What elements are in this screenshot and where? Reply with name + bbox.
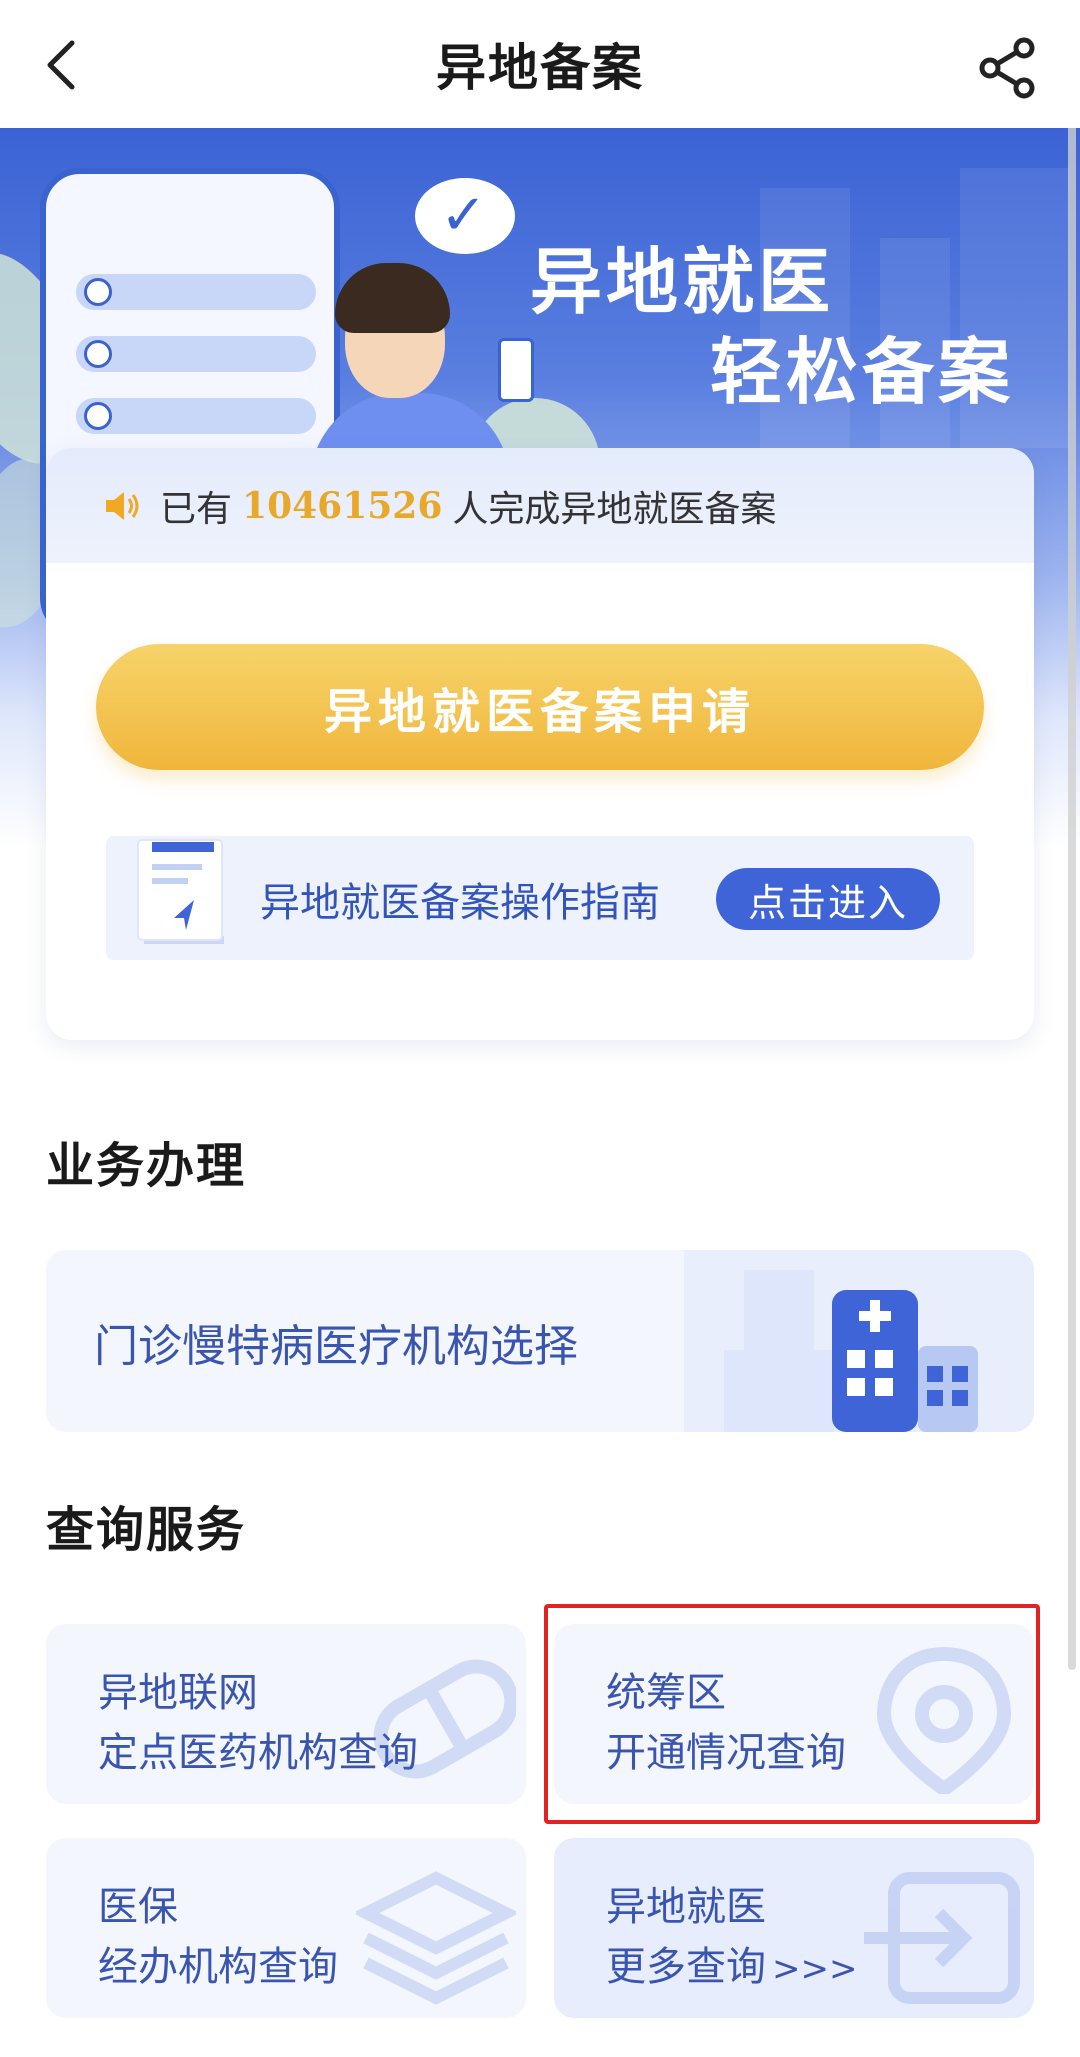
notice-prefix: 已有 (160, 488, 233, 530)
banner-slogan-line2: 轻松备案 (710, 330, 1015, 414)
biz-item-label: 门诊慢特病医疗机构选择 (94, 1321, 578, 1372)
share-icon (979, 37, 1035, 99)
query-line1: 异地就医 (606, 1884, 766, 1930)
location-pin-icon (876, 1646, 1012, 1794)
check-icon (84, 278, 112, 306)
query-section-title: 查询服务 (46, 1502, 247, 1558)
notice-bar: 已有 10461526 人完成异地就医备案 (46, 448, 1034, 563)
apply-card: 已有 10461526 人完成异地就医备案 异地就医备案申请 异地就医备案操作指… (46, 448, 1034, 1040)
query-line1: 医保 (98, 1884, 178, 1930)
more-query[interactable]: 异地就医 更多查询 >>> (554, 1838, 1034, 2018)
check-icon (84, 340, 112, 368)
query-line2: 开通情况查询 (606, 1730, 846, 1776)
scrollbar[interactable] (1068, 30, 1076, 1670)
business-section-title: 业务办理 (46, 1138, 247, 1194)
checkmark-icon: ✓ (440, 183, 487, 248)
more-arrows: >>> (772, 1949, 858, 1989)
layers-icon (356, 1871, 516, 2005)
notice-suffix: 人完成异地就医备案 (452, 488, 777, 530)
query-line2: 经办机构查询 (98, 1944, 338, 1990)
chronic-disease-institution-select[interactable]: 门诊慢特病医疗机构选择 (46, 1250, 1034, 1432)
page-title: 异地备案 (436, 39, 644, 97)
enter-icon (864, 1872, 1020, 2004)
enter-button[interactable]: 点击进入 (716, 868, 940, 930)
speaker-icon (106, 491, 139, 520)
operation-guide-banner[interactable]: 异地就医备案操作指南 点击进入 (106, 836, 974, 960)
record-count: 10461526 (242, 484, 443, 527)
pill-icon (373, 1659, 516, 1779)
query-line1: 异地联网 (98, 1670, 258, 1716)
document-icon (137, 839, 224, 944)
guide-label: 异地就医备案操作指南 (260, 880, 660, 926)
apply-button[interactable]: 异地就医备案申请 (96, 644, 984, 770)
share-button[interactable] (976, 36, 1040, 100)
designated-institution-query[interactable]: 异地联网 定点医药机构查询 (46, 1624, 526, 1804)
top-bar: 异地备案 (0, 0, 1080, 128)
hospital-icon (684, 1250, 1034, 1432)
query-line1: 统筹区 (606, 1670, 726, 1716)
check-icon (84, 402, 112, 430)
agency-query[interactable]: 医保 经办机构查询 (46, 1838, 526, 2018)
phone-icon (498, 338, 534, 402)
query-line2: 更多查询 (606, 1944, 766, 1990)
coordination-area-status-query[interactable]: 统筹区 开通情况查询 (554, 1624, 1034, 1804)
